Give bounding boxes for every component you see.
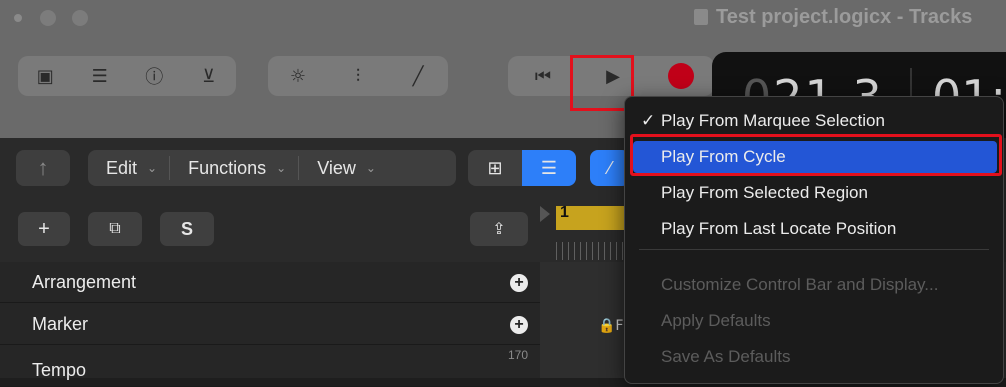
view-menu[interactable]: View ⌄: [299, 158, 384, 179]
mixer-icon[interactable]: ⫶: [343, 66, 373, 87]
menu-separator: [639, 249, 989, 250]
marker-lock-label: 🔒F: [598, 318, 624, 334]
global-tracks-header: + ⧉ S ⇪: [0, 200, 540, 262]
up-arrow-icon[interactable]: ↑: [16, 150, 70, 186]
tempo-value: 170: [508, 348, 529, 362]
toggle-icon[interactable]: ☰: [85, 66, 115, 87]
list-view-icon[interactable]: ☰: [522, 150, 576, 186]
record-icon[interactable]: [668, 63, 694, 89]
add-marker-icon[interactable]: +: [510, 316, 528, 334]
help-icon[interactable]: ⓘ: [139, 63, 169, 89]
menu-item-play-from-last-locate[interactable]: Play From Last Locate Position: [625, 211, 1003, 245]
chevron-down-icon: ⌄: [147, 161, 158, 175]
tuner-icon[interactable]: ☼: [283, 66, 313, 87]
chevron-down-icon: ⌄: [365, 161, 376, 175]
global-track-list: Arrangement + Marker + Tempo 170: [0, 262, 540, 387]
chevron-down-icon: ⌄: [276, 161, 287, 175]
window-title: Test project.logicx - Tracks: [716, 6, 973, 28]
inbox-icon[interactable]: ⊻: [194, 66, 224, 87]
global-track-tempo[interactable]: Tempo 170: [0, 346, 540, 387]
global-track-marker[interactable]: Marker +: [0, 304, 540, 345]
menu-item-play-from-selected-region[interactable]: Play From Selected Region: [625, 175, 1003, 209]
local-menus: Edit ⌄ Functions ⌄ View ⌄: [88, 150, 456, 186]
close-window-button[interactable]: [14, 14, 22, 22]
go-to-start-icon[interactable]: ⏮: [528, 66, 558, 87]
functions-menu[interactable]: Functions ⌄: [170, 158, 294, 179]
grid-view-icon[interactable]: ⊞: [468, 150, 522, 186]
menu-item-customize-control-bar: Customize Control Bar and Display...: [661, 275, 939, 294]
view-buttons-group: ▣ ☰ ⓘ ⊻: [18, 56, 236, 96]
menu-item-apply-defaults: Apply Defaults: [661, 311, 771, 330]
ruler-triangle-icon: [540, 206, 550, 222]
library-icon[interactable]: ▣: [30, 66, 60, 87]
edit-menu[interactable]: Edit ⌄: [88, 158, 165, 179]
duplicate-track-icon[interactable]: ⧉: [88, 212, 142, 246]
minimize-window-button[interactable]: [40, 10, 56, 26]
add-track-button[interactable]: +: [18, 212, 70, 246]
title-bar: Test project.logicx - Tracks: [0, 0, 1006, 40]
add-arrangement-icon[interactable]: +: [510, 274, 528, 292]
bar-number: 1: [560, 204, 569, 221]
cycle-item-highlight: [630, 134, 1002, 176]
menu-item-save-as-defaults: Save As Defaults: [661, 347, 791, 366]
upload-icon[interactable]: ⇪: [470, 212, 528, 246]
global-track-arrangement[interactable]: Arrangement +: [0, 262, 540, 303]
zoom-window-button[interactable]: [72, 10, 88, 26]
tools-buttons-group: ☼ ⫶ ╱: [268, 56, 448, 96]
menu-item-play-from-marquee[interactable]: ✓ Play From Marquee Selection: [625, 103, 1003, 137]
solo-button[interactable]: S: [160, 212, 214, 246]
view-toggle-group: ⊞ ☰: [468, 150, 576, 186]
checkmark-icon: ✓: [641, 111, 656, 130]
pencil-icon[interactable]: ╱: [403, 66, 433, 87]
